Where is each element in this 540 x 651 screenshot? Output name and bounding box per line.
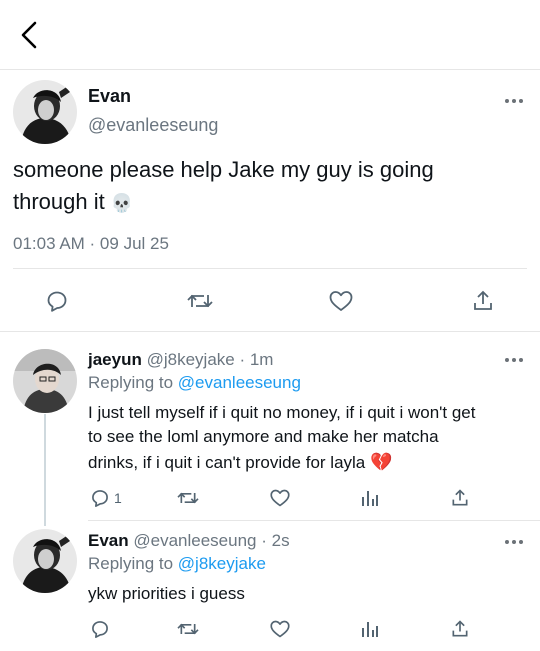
divider [88,520,540,521]
author-name[interactable]: Evan [88,86,131,107]
more-options-icon[interactable] [505,540,523,544]
more-options-icon[interactable] [505,99,523,103]
reply-time: · 1m [239,350,274,369]
replying-to: Replying to @evanleeseung [88,373,301,393]
tweet-text: someone please help Jake my guy is going… [13,154,513,220]
replying-to-label: Replying to [88,373,174,392]
retweet-icon [177,623,199,635]
reply-icon [92,621,108,638]
like-button[interactable] [268,486,292,510]
reply-button[interactable] [88,617,112,641]
reply-icon [92,490,108,507]
like-icon [270,489,290,507]
reply-text-line: drinks, if i quit i can't provide for la… [88,450,392,476]
back-button[interactable] [14,18,44,52]
replying-to-link[interactable]: @evanleeseung [178,373,301,392]
share-button[interactable] [448,486,472,510]
retweet-icon [177,492,199,504]
reply-text-body: drinks, if i quit i can't provide for la… [88,453,366,472]
retweet-button[interactable] [175,486,201,510]
like-icon [329,291,353,311]
avatar-jaeyun[interactable] [13,349,77,413]
broken-heart-emoji: 💔 [370,452,393,473]
analytics-button[interactable] [358,486,382,510]
share-icon [452,620,468,637]
more-options-icon[interactable] [505,358,523,362]
like-button[interactable] [268,617,292,641]
thread-connector [44,414,46,526]
retweet-icon [187,294,213,308]
tweet-timestamp: 01:03 AM · 09 Jul 25 [13,234,169,253]
reply-text-line: to see the loml anymore and make her mat… [88,427,439,446]
share-icon [452,489,468,506]
share-icon [474,290,492,310]
reply-text-line: ykw priorities i guess [88,584,245,603]
divider [13,268,527,269]
like-icon [270,620,290,638]
reply-author-name[interactable]: Evan [88,531,129,550]
replying-to: Replying to @j8keyjake [88,554,266,574]
retweet-button[interactable] [185,287,215,315]
reply-author-handle[interactable]: @evanleeseung [133,531,256,550]
share-button[interactable] [448,617,472,641]
replying-to-link[interactable]: @j8keyjake [178,554,266,573]
replying-to-label: Replying to [88,554,174,573]
skull-emoji: 💀 [110,193,134,214]
reply-text-line: I just tell myself if i quit no money, i… [88,403,476,422]
reply-header: jaeyun @j8keyjake · 1m [88,350,273,370]
analytics-icon [362,491,378,506]
reply-author-name[interactable]: jaeyun [88,350,142,369]
avatar-evan[interactable] [13,80,77,144]
retweet-button[interactable] [175,617,201,641]
share-button[interactable] [469,287,497,315]
analytics-icon [362,622,378,637]
top-bar [0,0,540,70]
reply-button[interactable] [43,287,71,315]
like-button[interactable] [327,287,355,315]
author-handle[interactable]: @evanleeseung [88,115,218,136]
reply-icon [47,291,67,312]
reply-header: Evan @evanleeseung · 2s [88,531,290,551]
divider [0,331,540,332]
analytics-button[interactable] [358,617,382,641]
reply-time: · 2s [261,531,290,550]
tweet-text-body: someone please help Jake my guy is going… [13,157,434,214]
reply-author-handle[interactable]: @j8keyjake [147,350,235,369]
reply-count: 1 [114,490,122,506]
chevron-left-icon [21,21,37,49]
reply-button[interactable] [88,486,112,510]
avatar-evan[interactable] [13,529,77,593]
